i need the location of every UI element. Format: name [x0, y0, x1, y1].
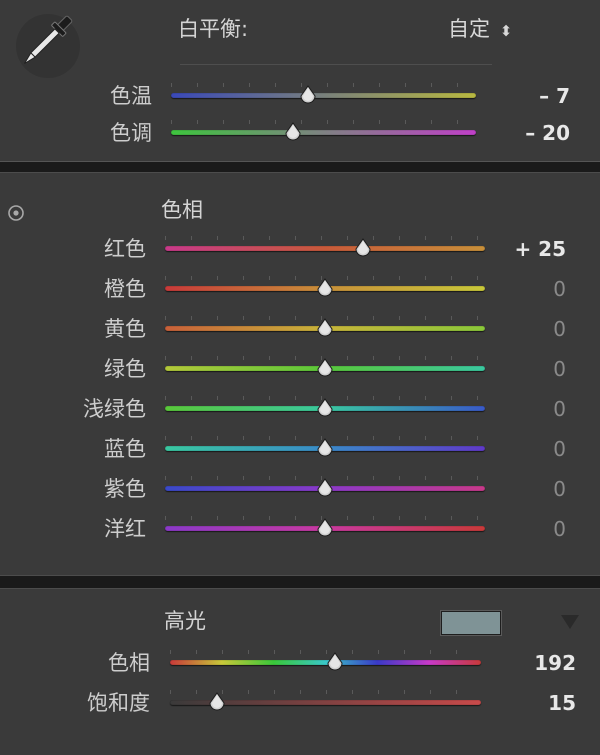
white-balance-panel: 白平衡: 自定 ⬍ 色温 – 7 色调 – 20: [0, 0, 600, 162]
slider-thumb[interactable]: [207, 692, 227, 712]
hue-slider[interactable]: [165, 276, 485, 300]
hue-slider-value[interactable]: 0: [553, 436, 566, 462]
hue-slider-value[interactable]: + 25: [514, 236, 566, 262]
white-balance-title: 白平衡:: [178, 17, 249, 41]
hue-slider[interactable]: [165, 356, 485, 380]
slider-thumb[interactable]: [315, 518, 335, 538]
hue-slider-label: 橙色: [104, 277, 146, 301]
hue-slider-label: 紫色: [104, 477, 146, 501]
hue-slider-label: 黄色: [104, 317, 146, 341]
eyedropper-icon[interactable]: [8, 6, 82, 80]
highlights-title: 高光: [164, 609, 206, 633]
hue-slider-value[interactable]: 0: [553, 516, 566, 542]
hue-panel: 色相 红色 + 25 橙色 0 黄色 0 绿色 0 浅绿色 0 蓝色 0 紫色 0 洋红 0: [0, 172, 600, 576]
hue-slider-label: 蓝色: [104, 437, 146, 461]
white-balance-mode-select[interactable]: 自定 ⬍: [448, 16, 512, 44]
hue-slider-value[interactable]: 0: [553, 316, 566, 342]
hl-slider-value[interactable]: 192: [534, 650, 576, 676]
white-balance-divider: [180, 64, 492, 65]
hue-slider-label: 洋红: [104, 517, 146, 541]
hue-slider-label: 浅绿色: [83, 397, 146, 421]
updown-arrows-icon: ⬍: [499, 22, 513, 40]
hl-slider-label: 饱和度: [87, 691, 150, 715]
wb-slider-value[interactable]: – 20: [525, 120, 570, 146]
hue-slider[interactable]: [165, 396, 485, 420]
wb-slider[interactable]: [171, 120, 476, 144]
hue-slider-label: 红色: [104, 237, 146, 261]
slider-thumb[interactable]: [315, 398, 335, 418]
hl-slider-label: 色相: [108, 651, 150, 675]
hue-slider[interactable]: [165, 236, 485, 260]
hl-slider-value[interactable]: 15: [548, 690, 576, 716]
hl-slider[interactable]: [170, 650, 481, 674]
wb-slider[interactable]: [171, 83, 476, 107]
slider-ticks: [165, 236, 485, 240]
hue-slider-label: 绿色: [104, 357, 146, 381]
hue-slider[interactable]: [165, 436, 485, 460]
white-balance-mode-value: 自定: [448, 17, 490, 41]
slider-thumb[interactable]: [325, 652, 345, 672]
slider-thumb[interactable]: [315, 438, 335, 458]
target-adjust-icon[interactable]: [6, 203, 26, 223]
highlights-color-swatch[interactable]: [441, 611, 501, 635]
slider-ticks: [171, 83, 476, 87]
hue-slider-value[interactable]: 0: [553, 476, 566, 502]
slider-ticks: [171, 120, 476, 124]
slider-thumb[interactable]: [283, 122, 303, 142]
slider-thumb[interactable]: [315, 478, 335, 498]
slider-thumb[interactable]: [315, 278, 335, 298]
hue-title: 色相: [161, 198, 203, 222]
wb-slider-label: 色调: [110, 121, 152, 145]
hue-slider[interactable]: [165, 476, 485, 500]
hue-slider[interactable]: [165, 316, 485, 340]
slider-track[interactable]: [171, 130, 476, 135]
hue-slider-value[interactable]: 0: [553, 356, 566, 382]
slider-thumb[interactable]: [353, 238, 373, 258]
slider-thumb[interactable]: [315, 318, 335, 338]
slider-thumb[interactable]: [315, 358, 335, 378]
slider-track[interactable]: [165, 246, 485, 251]
triangle-down-icon[interactable]: [559, 612, 581, 632]
slider-thumb[interactable]: [298, 85, 318, 105]
highlights-panel: 高光 色相 192 饱和度 15: [0, 588, 600, 755]
hl-slider[interactable]: [170, 690, 481, 714]
hue-slider-value[interactable]: 0: [553, 276, 566, 302]
slider-track[interactable]: [171, 93, 476, 98]
hue-slider-value[interactable]: 0: [553, 396, 566, 422]
wb-slider-label: 色温: [110, 84, 152, 108]
wb-slider-value[interactable]: – 7: [539, 83, 570, 109]
hue-slider[interactable]: [165, 516, 485, 540]
